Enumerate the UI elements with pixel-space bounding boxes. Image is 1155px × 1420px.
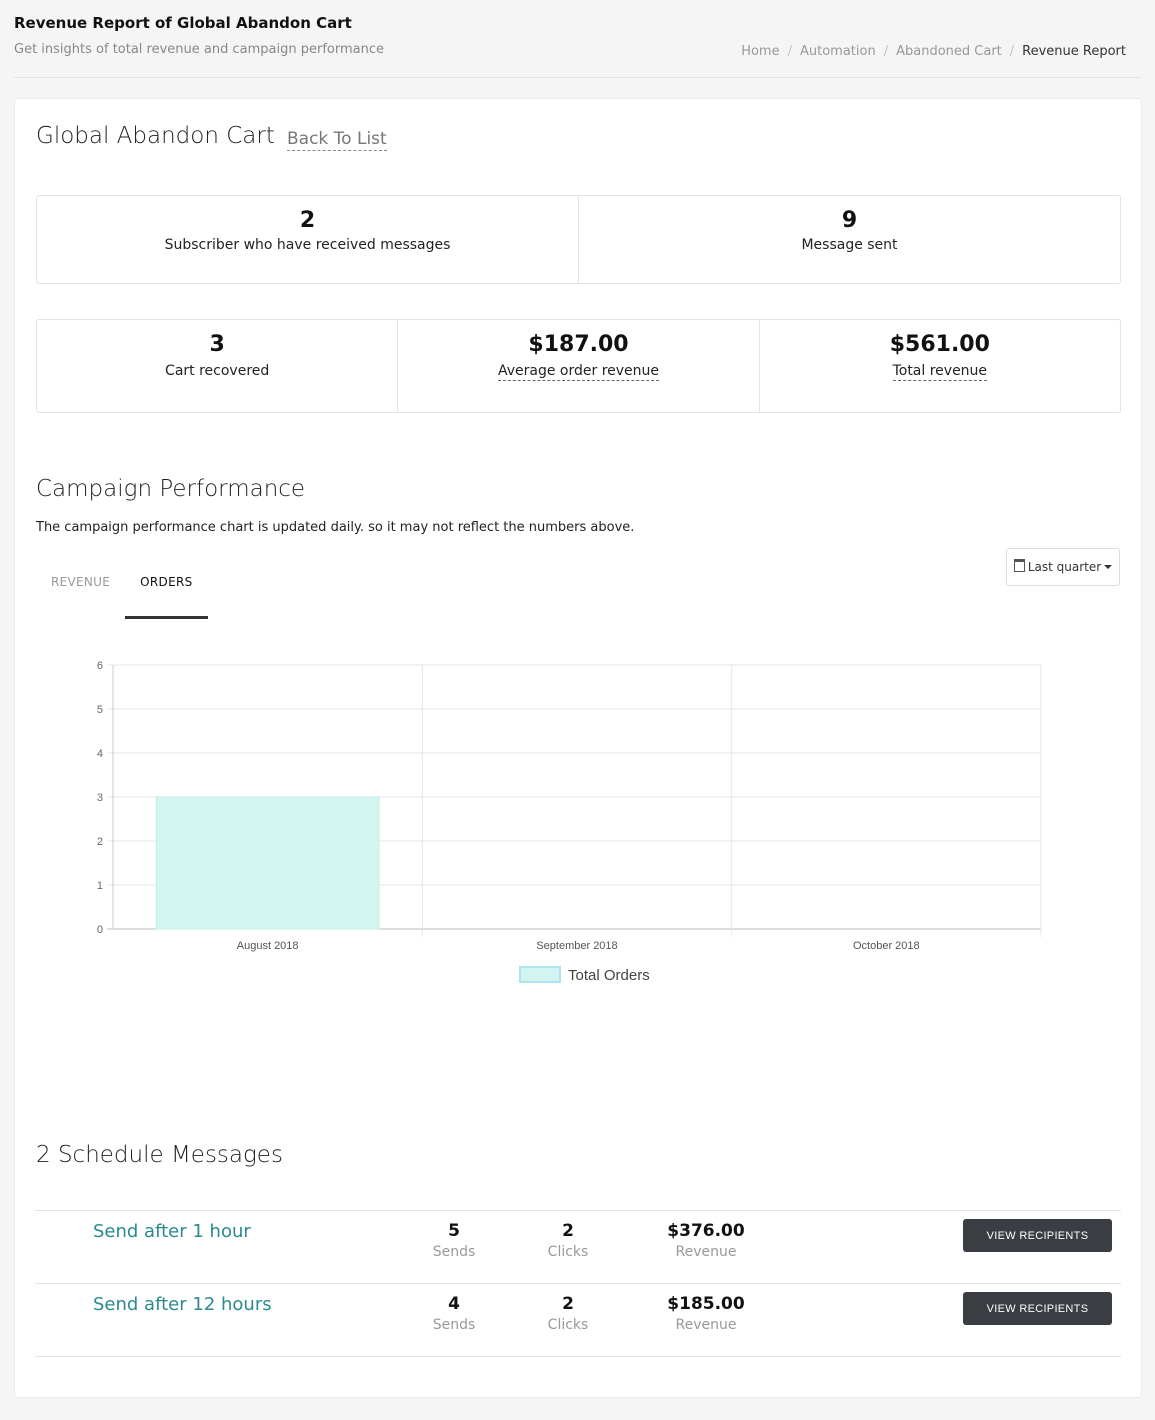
sends-value: 4: [448, 1294, 460, 1314]
avg-revenue-value: $187.00: [528, 332, 629, 357]
y-tick-label: 3: [97, 792, 103, 804]
bar: [155, 796, 380, 930]
y-tick-label: 1: [97, 880, 103, 892]
date-range-label: Last quarter: [1027, 560, 1102, 574]
clicks-value: 2: [562, 1294, 574, 1314]
back-to-list-link[interactable]: Back To List: [287, 129, 387, 151]
clicks-metric: 2 Clicks: [508, 1221, 628, 1260]
y-tick-label: 5: [97, 704, 103, 716]
breadcrumb-automation[interactable]: Automation: [800, 44, 876, 59]
sends-label: Sends: [432, 1317, 476, 1333]
sends-value: 5: [448, 1221, 460, 1241]
revenue-label: Revenue: [675, 1317, 737, 1333]
avg-revenue-stat: $187.00 Average order revenue: [397, 320, 758, 412]
view-recipients-button[interactable]: VIEW RECIPIENTS: [963, 1219, 1112, 1252]
calendar-icon: [1013, 559, 1025, 572]
sends-metric: 5 Sends: [394, 1221, 514, 1260]
y-tick-label: 0: [97, 924, 103, 936]
report-card: Global Abandon Cart Back To List 2 Subsc…: [14, 98, 1142, 1398]
subscribers-count: 2: [299, 208, 316, 233]
schedule-name-link[interactable]: Send after 1 hour: [93, 1221, 251, 1242]
legend-label: Total Orders: [568, 967, 650, 984]
x-tick-label: October 2018: [853, 940, 920, 952]
recovered-count: 3: [209, 332, 225, 357]
view-recipients-button[interactable]: VIEW RECIPIENTS: [963, 1292, 1112, 1325]
messages-label: Message sent: [801, 237, 898, 253]
breadcrumb: Home / Automation / Abandoned Cart / Revenue R…: [741, 44, 1126, 59]
total-revenue-value: $561.00: [889, 332, 990, 357]
y-tick-label: 2: [97, 836, 103, 848]
recovered-stat: 3 Cart recovered: [37, 320, 397, 412]
breadcrumb-separator: /: [787, 44, 792, 59]
page-subtitle: Get insights of total revenue and campai…: [14, 42, 384, 57]
subscribers-label: Subscriber who have received messages: [164, 237, 451, 253]
total-revenue-label[interactable]: Total revenue: [892, 363, 988, 381]
x-tick-label: August 2018: [237, 940, 299, 952]
revenue-stats: 3 Cart recovered $187.00 Average order r…: [36, 319, 1121, 413]
orders-chart: 0 1 2 3 4 5 6 August 2018 September 2018 October …: [97, 660, 1042, 984]
revenue-metric: $376.00 Revenue: [646, 1221, 766, 1260]
page-header: Revenue Report of Global Abandon Cart Ge…: [0, 0, 1155, 78]
cart-title: Global Abandon Cart: [36, 123, 275, 149]
revenue-metric: $185.00 Revenue: [646, 1294, 766, 1333]
messages-stat: 9 Message sent: [578, 196, 1120, 283]
messages-count: 9: [841, 208, 858, 233]
date-range-dropdown[interactable]: Last quarter: [1006, 548, 1120, 586]
schedule-row: Send after 1 hour 5 Sends 2 Clicks $376.…: [35, 1210, 1121, 1283]
recovered-label: Cart recovered: [165, 363, 270, 379]
revenue-value: $185.00: [667, 1294, 745, 1314]
clicks-metric: 2 Clicks: [508, 1294, 628, 1333]
breadcrumb-abandoned-cart[interactable]: Abandoned Cart: [896, 44, 1002, 59]
subscribers-stat: 2 Subscriber who have received messages: [37, 196, 578, 283]
total-revenue-stat: $561.00 Total revenue: [758, 320, 1120, 412]
clicks-value: 2: [562, 1221, 574, 1241]
schedule-name-link[interactable]: Send after 12 hours: [93, 1294, 272, 1315]
performance-title: Campaign Performance: [36, 476, 306, 502]
sends-metric: 4 Sends: [394, 1294, 514, 1333]
clicks-label: Clicks: [547, 1244, 589, 1260]
tab-revenue[interactable]: REVENUE: [36, 557, 125, 619]
tab-orders[interactable]: ORDERS: [125, 557, 208, 619]
performance-note: The campaign performance chart is update…: [36, 520, 635, 535]
y-tick-label: 4: [97, 748, 103, 760]
breadcrumb-current: Revenue Report: [1022, 44, 1126, 59]
breadcrumb-separator: /: [1009, 44, 1015, 59]
legend-swatch: [519, 966, 561, 983]
page-title: Revenue Report of Global Abandon Cart: [14, 14, 352, 32]
avg-revenue-label[interactable]: Average order revenue: [497, 363, 660, 381]
message-stats: 2 Subscriber who have received messages …: [36, 195, 1121, 284]
breadcrumb-home[interactable]: Home: [741, 44, 779, 59]
revenue-label: Revenue: [675, 1244, 737, 1260]
clicks-label: Clicks: [547, 1317, 589, 1333]
revenue-value: $376.00: [667, 1221, 745, 1241]
breadcrumb-separator: /: [883, 44, 889, 59]
x-tick-label: September 2018: [536, 940, 617, 952]
schedule-row: Send after 12 hours 4 Sends 2 Clicks $18…: [35, 1283, 1121, 1357]
performance-tabs: REVENUE ORDERS: [36, 557, 208, 619]
y-tick-label: 6: [97, 660, 103, 672]
header-divider: [14, 77, 1141, 78]
schedule-title: 2 Schedule Messages: [36, 1142, 283, 1168]
caret-down-icon: [1104, 565, 1113, 569]
sends-label: Sends: [432, 1244, 476, 1260]
